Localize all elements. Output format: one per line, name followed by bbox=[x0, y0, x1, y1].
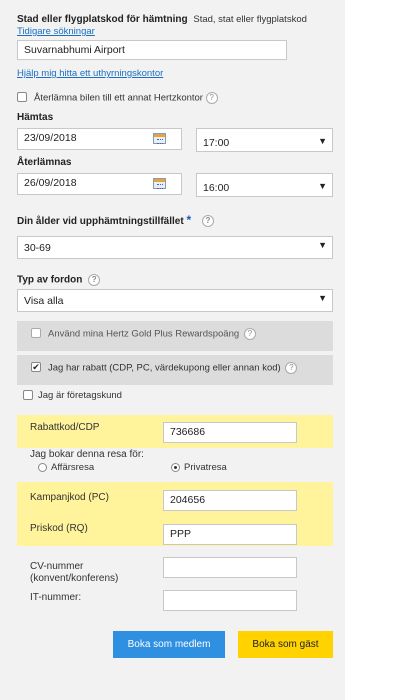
vehicle-label-text: Typ av fordon bbox=[17, 274, 83, 286]
previous-searches-link[interactable]: Tidigare sökningar bbox=[17, 26, 95, 37]
chevron-down-icon: ▼ bbox=[318, 136, 327, 146]
return-other-text: Återlämna bilen till ett annat Hertzkont… bbox=[34, 92, 203, 104]
pickup-time-select[interactable]: 17:00 ▼ bbox=[196, 128, 333, 152]
booking-panel: Stad eller flygplatskod för hämtning Sta… bbox=[0, 0, 345, 700]
trip-question: Jag bokar denna resa för: bbox=[30, 449, 144, 460]
it-input[interactable] bbox=[163, 590, 297, 611]
pickup-date-value: 23/09/2018 bbox=[24, 132, 77, 144]
age-label-text: Din ålder vid upphämtningstillfället bbox=[17, 216, 184, 227]
cv-label-line2: (konvent/konferens) bbox=[30, 573, 119, 584]
price-label: Priskod (RQ) bbox=[30, 523, 88, 534]
cv-label: CV-nummer (konvent/konferens) bbox=[30, 561, 118, 585]
radio-private-label: Privatresa bbox=[184, 462, 227, 473]
rabatt-input[interactable]: 736686 bbox=[163, 422, 297, 443]
pickup-date-input[interactable]: 23/09/2018 bbox=[17, 128, 182, 150]
pickup-heading-text: Stad eller flygplatskod för hämtning bbox=[17, 14, 188, 25]
price-input[interactable]: PPP bbox=[163, 524, 297, 545]
business-customer-label: Jag är företagskund bbox=[38, 390, 122, 401]
book-as-member-button[interactable]: Boka som medlem bbox=[113, 631, 225, 658]
chevron-down-icon: ▼ bbox=[318, 181, 327, 191]
chevron-down-icon: ▼ bbox=[318, 293, 327, 303]
cv-input[interactable] bbox=[163, 557, 297, 578]
pickup-location-input[interactable]: Suvarnabhumi Airport bbox=[17, 40, 287, 60]
find-office-link[interactable]: Hjälp mig hitta ett uthyrningskontor bbox=[17, 68, 163, 79]
return-other-checkbox[interactable] bbox=[17, 92, 27, 102]
return-time-value: 16:00 bbox=[203, 182, 230, 194]
pickup-time-value: 17:00 bbox=[203, 137, 230, 149]
radio-business-label: Affärsresa bbox=[51, 462, 95, 473]
return-time-select[interactable]: 16:00 ▼ bbox=[196, 173, 333, 197]
gold-plus-checkbox[interactable] bbox=[31, 328, 41, 338]
pickup-time-label: Hämtas bbox=[17, 112, 54, 123]
return-date-value: 26/09/2018 bbox=[24, 177, 77, 189]
required-star: * bbox=[186, 213, 192, 227]
rabatt-label: Rabattkod/CDP bbox=[30, 422, 100, 433]
vehicle-label: Typ av fordon ? bbox=[17, 274, 101, 286]
radio-business[interactable] bbox=[38, 463, 47, 472]
it-label: IT-nummer: bbox=[30, 592, 82, 603]
campaign-input[interactable]: 204656 bbox=[163, 490, 297, 511]
help-icon[interactable]: ? bbox=[243, 328, 256, 340]
pickup-heading: Stad eller flygplatskod för hämtning Sta… bbox=[17, 14, 307, 25]
pickup-hint: Stad, stat eller flygplatskod bbox=[193, 14, 307, 25]
calendar-icon[interactable] bbox=[153, 178, 166, 189]
discount-text: Jag har rabatt (CDP, PC, värdekupong ell… bbox=[48, 362, 281, 374]
age-select[interactable]: 30-69 ▼ bbox=[17, 236, 333, 259]
age-label: Din ålder vid upphämtningstillfället * ? bbox=[17, 213, 214, 228]
cv-label-line1: CV-nummer bbox=[30, 561, 84, 572]
book-as-guest-button[interactable]: Boka som gäst bbox=[238, 631, 333, 658]
vehicle-select[interactable]: Visa alla ▼ bbox=[17, 289, 333, 312]
help-icon[interactable]: ? bbox=[285, 362, 298, 374]
radio-private[interactable] bbox=[171, 463, 180, 472]
return-time-label: Återlämnas bbox=[17, 157, 72, 168]
vehicle-value: Visa alla bbox=[24, 295, 64, 307]
chevron-down-icon: ▼ bbox=[318, 240, 327, 250]
discount-label: Jag har rabatt (CDP, PC, värdekupong ell… bbox=[48, 362, 298, 374]
campaign-label: Kampanjkod (PC) bbox=[30, 492, 109, 503]
help-icon[interactable]: ? bbox=[201, 215, 214, 228]
calendar-icon[interactable] bbox=[153, 133, 166, 144]
return-date-input[interactable]: 26/09/2018 bbox=[17, 173, 182, 195]
business-customer-checkbox[interactable] bbox=[23, 390, 33, 400]
return-other-label: Återlämna bilen till ett annat Hertzkont… bbox=[34, 92, 218, 104]
gold-plus-label: Använd mina Hertz Gold Plus Rewardspoäng… bbox=[48, 328, 256, 340]
help-icon[interactable]: ? bbox=[205, 92, 218, 104]
gold-plus-text: Använd mina Hertz Gold Plus Rewardspoäng bbox=[48, 328, 240, 340]
discount-checkbox[interactable]: ✔ bbox=[31, 362, 41, 372]
age-value: 30-69 bbox=[24, 242, 51, 254]
help-icon[interactable]: ? bbox=[88, 274, 101, 286]
